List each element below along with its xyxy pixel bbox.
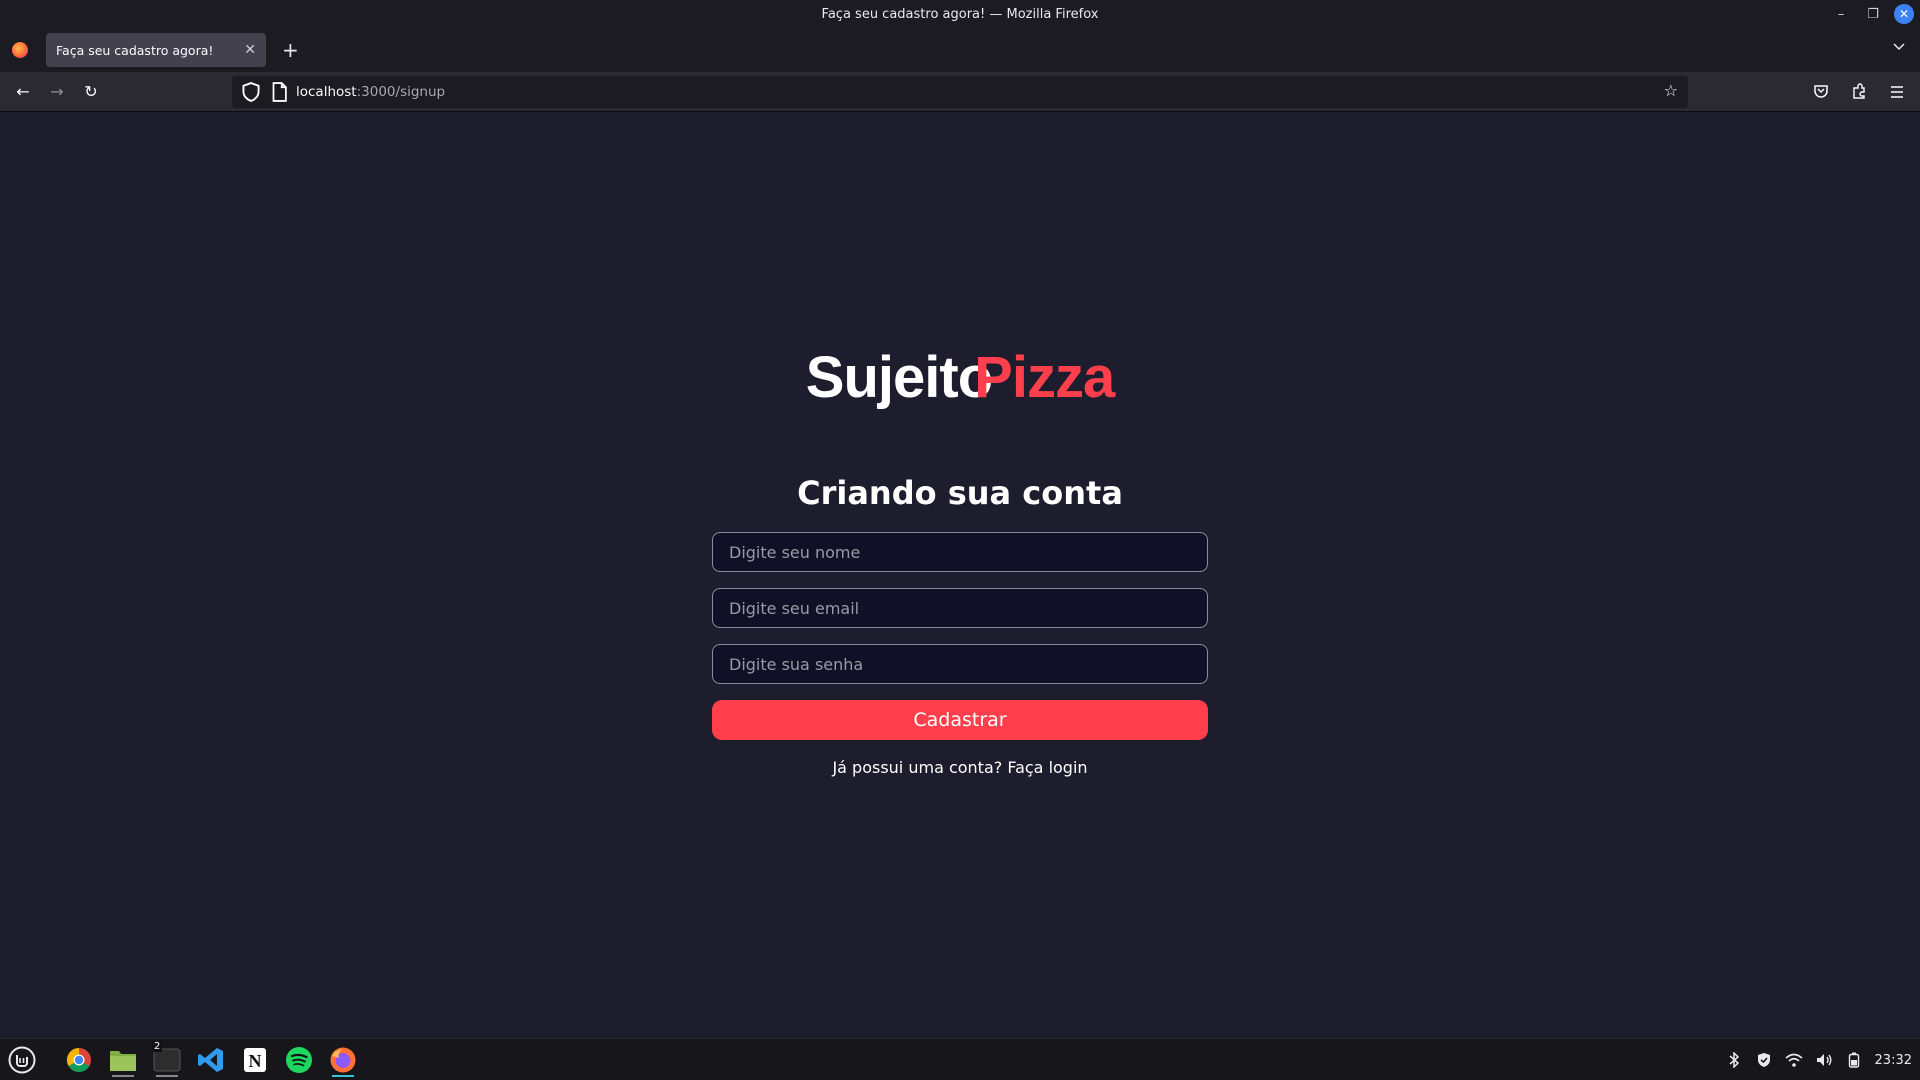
system-tray: 23:32 bbox=[1725, 1039, 1912, 1080]
mint-menu-icon[interactable] bbox=[5, 1043, 39, 1077]
window-titlebar: Faça seu cadastro agora! — Mozilla Firef… bbox=[0, 0, 1920, 28]
tab-title: Faça seu cadastro agora! bbox=[56, 42, 214, 58]
shield-icon[interactable] bbox=[240, 81, 262, 103]
bluetooth-icon[interactable] bbox=[1725, 1051, 1743, 1069]
back-icon[interactable]: ← bbox=[6, 76, 40, 108]
window-controls: – ❐ ✕ bbox=[1830, 0, 1914, 28]
files-icon[interactable] bbox=[106, 1043, 140, 1077]
notion-icon[interactable]: N bbox=[238, 1043, 272, 1077]
name-input[interactable] bbox=[712, 532, 1208, 572]
url-bar[interactable]: localhost:3000/signup ☆ bbox=[232, 76, 1688, 108]
page-content: SujeitoPizza Criando sua conta Cadastrar… bbox=[0, 112, 1920, 1038]
extensions-icon[interactable] bbox=[1842, 76, 1876, 108]
vscode-icon[interactable] bbox=[194, 1043, 228, 1077]
spotify-icon[interactable] bbox=[282, 1043, 316, 1077]
maximize-icon[interactable]: ❐ bbox=[1862, 3, 1884, 25]
menu-icon[interactable] bbox=[1880, 76, 1914, 108]
logo: SujeitoPizza bbox=[0, 344, 1920, 411]
svg-text:N: N bbox=[249, 1051, 262, 1071]
login-link[interactable]: Já possui uma conta? Faça login bbox=[712, 758, 1208, 777]
logo-pizza: Pizza bbox=[974, 345, 1115, 410]
email-input[interactable] bbox=[712, 588, 1208, 628]
new-tab-icon[interactable]: + bbox=[282, 38, 299, 62]
clock[interactable]: 23:32 bbox=[1875, 1053, 1912, 1068]
tab-close-icon[interactable]: ✕ bbox=[244, 42, 256, 58]
terminal-indicator bbox=[156, 1075, 178, 1077]
battery-icon[interactable] bbox=[1845, 1051, 1863, 1069]
logo-sujeito: Sujeito bbox=[805, 345, 993, 410]
pocket-icon[interactable] bbox=[1804, 76, 1838, 108]
tab-active[interactable]: Faça seu cadastro agora! ✕ bbox=[46, 33, 266, 67]
navigation-toolbar: ← → ↻ localhost:3000/signup ☆ bbox=[0, 72, 1920, 112]
bookmark-star-icon[interactable]: ☆ bbox=[1664, 81, 1678, 100]
tab-bar: Faça seu cadastro agora! ✕ + bbox=[0, 28, 1920, 72]
url-text[interactable]: localhost:3000/signup bbox=[296, 84, 445, 100]
firefox-taskbar-icon[interactable] bbox=[326, 1043, 360, 1077]
signup-form: Cadastrar Já possui uma conta? Faça logi… bbox=[712, 532, 1208, 777]
list-tabs-icon[interactable] bbox=[1892, 40, 1906, 54]
terminal-window-count: 2 bbox=[152, 1041, 163, 1052]
wifi-icon[interactable] bbox=[1785, 1051, 1803, 1069]
minimize-icon[interactable]: – bbox=[1830, 3, 1852, 25]
update-shield-icon[interactable] bbox=[1755, 1051, 1773, 1069]
forward-icon[interactable]: → bbox=[40, 76, 74, 108]
window-title: Faça seu cadastro agora! — Mozilla Firef… bbox=[821, 6, 1099, 22]
close-window-icon[interactable]: ✕ bbox=[1894, 4, 1914, 24]
signup-button[interactable]: Cadastrar bbox=[712, 700, 1208, 740]
page-title: Criando sua conta bbox=[797, 474, 1123, 512]
files-indicator bbox=[112, 1075, 134, 1077]
firefox-active-indicator bbox=[332, 1075, 354, 1077]
terminal-icon[interactable]: 2 bbox=[150, 1041, 184, 1077]
taskbar: 2 N 23:32 bbox=[0, 1038, 1920, 1080]
chrome-icon[interactable] bbox=[62, 1043, 96, 1077]
page-info-icon[interactable] bbox=[268, 81, 290, 103]
toolbar-right bbox=[1804, 76, 1914, 108]
password-input[interactable] bbox=[712, 644, 1208, 684]
firefox-view-icon[interactable] bbox=[12, 42, 28, 58]
reload-icon[interactable]: ↻ bbox=[74, 76, 108, 108]
volume-icon[interactable] bbox=[1815, 1051, 1833, 1069]
